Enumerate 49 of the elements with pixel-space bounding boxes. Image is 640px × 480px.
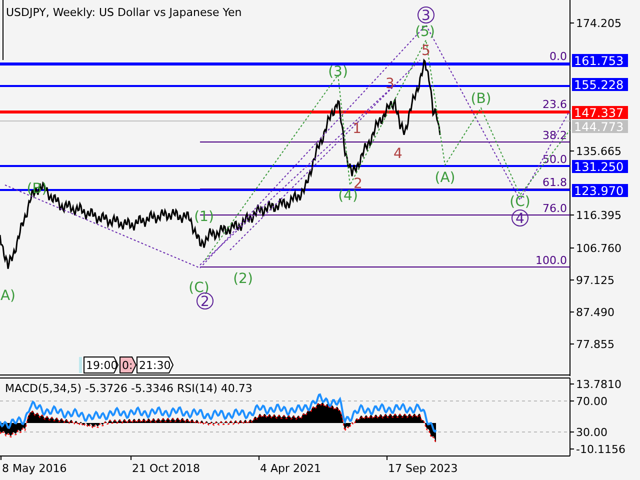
wave-label: (3) — [328, 64, 348, 80]
price-tag: 147.337 — [572, 106, 628, 120]
price-axis-label: 77.855 — [570, 338, 614, 351]
indicator-label: MACD(5,34,5) -5.3726 -5.3346 RSI(14) 40.73 — [5, 382, 252, 395]
price-axis-label: 87.490 — [570, 306, 614, 319]
fib-level-label: 23.6 — [542, 98, 567, 111]
wave-label: A) — [0, 288, 16, 304]
time-marker: 21:30 — [136, 356, 174, 374]
wave-label: (5) — [415, 24, 435, 40]
indicator-axis-label: 30.00 — [570, 426, 608, 439]
price-tag: 131.250 — [572, 160, 628, 174]
wave-label: 5 — [422, 43, 430, 59]
indicator-axis-label: 13.7810 — [570, 378, 622, 391]
price-axis-label: 116.395 — [570, 209, 622, 222]
fib-level-label: 50.0 — [542, 153, 567, 166]
price-axis-label: 106.760 — [570, 242, 622, 255]
wave-label: 1 — [352, 121, 362, 137]
chart-title: USDJPY, Weekly: US Dollar vs Japanese Yen — [6, 6, 242, 19]
wave-label: (A) — [434, 170, 456, 186]
price-tag: 161.753 — [572, 54, 628, 68]
time-axis-label: 8 May 2016 — [0, 456, 67, 475]
fib-level-label: 76.0 — [542, 202, 567, 215]
time-axis-label: 17 Sep 2023 — [386, 456, 458, 475]
wave-label: (B) — [26, 181, 48, 197]
wave-label: 3 — [418, 6, 434, 24]
price-axis-label: 97.125 — [570, 274, 614, 287]
wave-label: (C) — [510, 194, 530, 210]
price-tag: 144.773 — [572, 120, 628, 134]
wave-label: (B) — [470, 91, 492, 107]
wave-label: (4) — [338, 188, 358, 204]
time-marker: 0: — [120, 356, 137, 374]
price-tag: 155.228 — [572, 78, 628, 92]
fib-level-label: 0.0 — [550, 50, 567, 63]
fib-level-label: 100.0 — [536, 254, 567, 267]
price-axis-label: 135.665 — [570, 145, 622, 158]
wave-label: 2 — [196, 292, 214, 310]
indicator-axis-label: -10.1156 — [570, 443, 626, 456]
price-tag: 123.970 — [572, 184, 628, 198]
wave-label: (2) — [233, 271, 253, 287]
wave-label: 4 — [512, 210, 528, 227]
fib-level-label: 61.8 — [542, 176, 567, 189]
wave-label: 4 — [394, 146, 402, 162]
price-axis-label: 174.205 — [570, 17, 622, 30]
fib-level-label: 38.2 — [542, 129, 567, 142]
time-axis-label: 4 Apr 2021 — [258, 456, 322, 475]
time-marker: 19:00 — [84, 356, 119, 374]
indicator-axis-label: 70.00 — [570, 395, 608, 408]
time-axis-label: 21 Oct 2018 — [130, 456, 200, 475]
time-marker-stub — [79, 357, 82, 373]
